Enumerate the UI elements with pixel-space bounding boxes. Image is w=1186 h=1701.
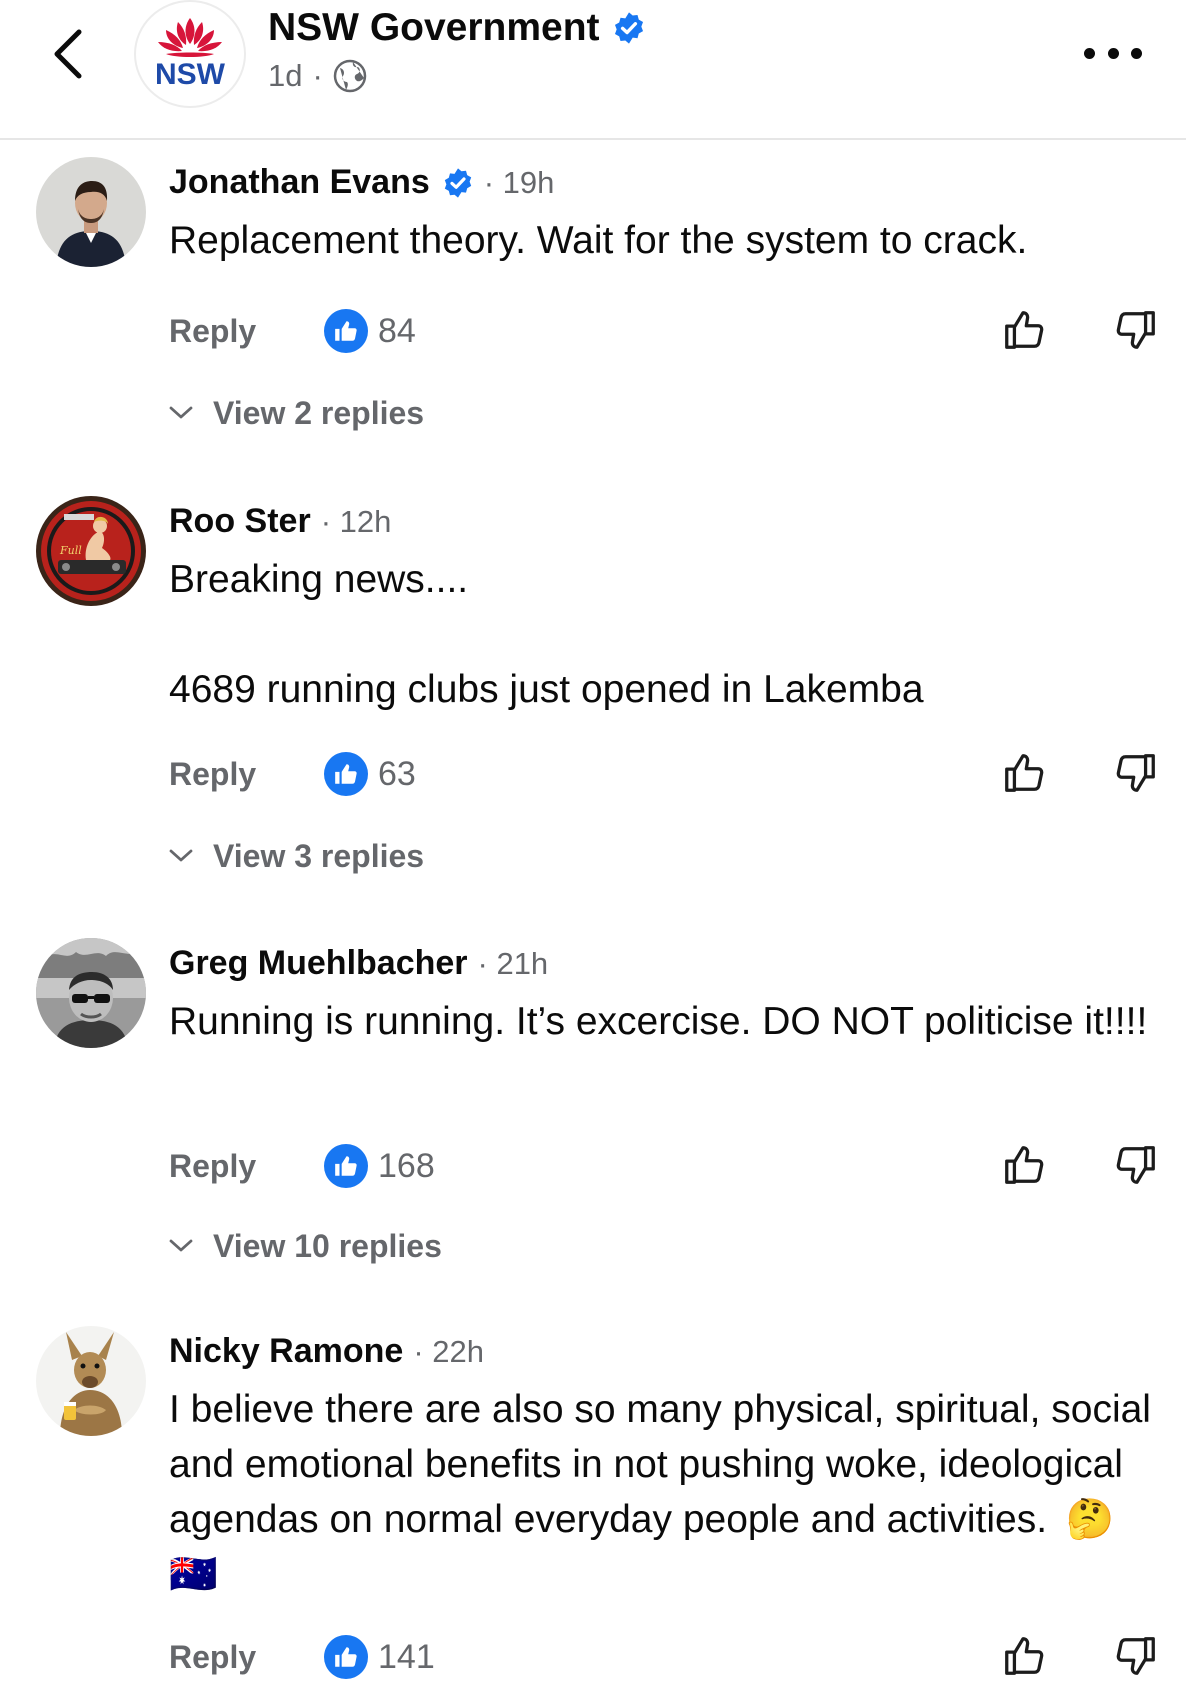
more-dot <box>1131 47 1142 59</box>
reply-button[interactable]: Reply <box>169 1148 324 1185</box>
comment-header: Roo Ster · 12h <box>169 502 391 541</box>
like-count[interactable]: 141 <box>324 1635 435 1679</box>
post-header: NSW NSW Government 1d · <box>0 0 1186 140</box>
like-count-value: 84 <box>378 311 416 350</box>
chevron-down-icon <box>169 849 193 862</box>
comment-text: Running is running. It’s excercise. DO N… <box>169 994 1159 1049</box>
comment-author[interactable]: Nicky Ramone <box>169 1332 403 1371</box>
comment-header: Nicky Ramone · 22h <box>169 1332 484 1371</box>
comment-text: Breaking news.... 4689 running clubs jus… <box>169 552 1159 717</box>
verified-badge-icon <box>444 167 471 198</box>
reply-button[interactable]: Reply <box>169 313 324 350</box>
comment-time: · 12h <box>320 503 392 539</box>
chevron-down-icon <box>169 406 193 419</box>
svg-text:Full: Full <box>59 544 82 557</box>
more-dot <box>1084 47 1095 59</box>
view-replies-button[interactable]: View 3 replies <box>169 834 424 878</box>
nsw-logo-text: NSW <box>155 58 225 91</box>
verified-badge-icon <box>614 12 643 44</box>
comment-header: Greg Muehlbacher · 21h <box>169 944 548 983</box>
page-name[interactable]: NSW Government <box>268 6 646 50</box>
like-count-value: 63 <box>378 754 416 793</box>
like-reaction-icon <box>324 309 368 353</box>
comment-time: · 21h <box>477 945 549 981</box>
comment-paragraph: I believe there are also so many physica… <box>169 1382 1159 1602</box>
reply-button[interactable]: Reply <box>169 756 324 793</box>
comment-paragraph: Running is running. It’s excercise. DO N… <box>169 1000 1148 1043</box>
profile-photo-icon <box>36 1326 146 1436</box>
profile-photo-icon <box>36 938 146 1048</box>
reply-button[interactable]: Reply <box>169 1639 324 1676</box>
comments-screen: NSW NSW Government 1d · Jonathan Evans ·… <box>0 0 1186 1701</box>
profile-photo-icon: Full <box>36 496 146 606</box>
view-replies-label: View 3 replies <box>213 837 425 874</box>
avatar[interactable] <box>36 1326 146 1436</box>
avatar[interactable] <box>36 157 146 267</box>
like-count-value: 141 <box>378 1637 435 1676</box>
upvote-icon[interactable] <box>1001 307 1047 353</box>
comment-actions: Reply 63 <box>169 746 1159 802</box>
back-button[interactable] <box>48 26 88 82</box>
like-reaction-icon <box>324 1635 368 1679</box>
like-count-value: 168 <box>378 1146 435 1185</box>
upvote-icon[interactable] <box>1001 750 1047 796</box>
chevron-down-icon <box>169 1239 193 1252</box>
comment-author[interactable]: Greg Muehlbacher <box>169 944 468 983</box>
post-time: 1d <box>268 58 303 93</box>
upvote-icon[interactable] <box>1001 1633 1047 1679</box>
more-dot <box>1107 47 1119 59</box>
page-avatar[interactable]: NSW <box>134 0 246 108</box>
comment-actions: Reply 168 <box>169 1138 1159 1194</box>
comment-text: I believe there are also so many physica… <box>169 1382 1159 1602</box>
avatar[interactable] <box>36 938 146 1048</box>
view-replies-button[interactable]: View 10 replies <box>169 1224 442 1268</box>
comment-time: · 19h <box>483 164 555 200</box>
view-replies-label: View 10 replies <box>213 1227 442 1264</box>
comment-paragraph: 4689 running clubs just opened in Lakemb… <box>169 668 924 711</box>
downvote-icon[interactable] <box>1113 1142 1159 1188</box>
like-reaction-icon <box>324 752 368 796</box>
comment-paragraph: Replacement theory. Wait for the system … <box>169 219 1028 262</box>
comment-author[interactable]: Roo Ster <box>169 502 311 541</box>
comment-paragraph: Breaking news.... <box>169 558 469 601</box>
post-meta: 1d · <box>268 58 367 94</box>
comment-paragraph-text: I believe there are also so many physica… <box>169 1388 1151 1541</box>
downvote-icon[interactable] <box>1113 307 1159 353</box>
comment-actions: Reply 141 <box>169 1629 1159 1685</box>
comment-header: Jonathan Evans · 19h <box>169 163 554 202</box>
downvote-icon[interactable] <box>1113 1633 1159 1679</box>
comment-time: · 22h <box>413 1333 484 1369</box>
avatar[interactable]: Full <box>36 496 146 606</box>
view-replies-button[interactable]: View 2 replies <box>169 391 424 435</box>
like-reaction-icon <box>324 1144 368 1188</box>
like-count[interactable]: 63 <box>324 752 416 796</box>
waratah-logo-icon <box>158 18 222 57</box>
like-count[interactable]: 84 <box>324 309 416 353</box>
meta-separator: · <box>312 58 323 93</box>
like-count[interactable]: 168 <box>324 1144 435 1188</box>
comment-author[interactable]: Jonathan Evans <box>169 163 430 202</box>
view-replies-label: View 2 replies <box>213 394 425 431</box>
downvote-icon[interactable] <box>1113 750 1159 796</box>
profile-photo-icon <box>36 157 146 267</box>
more-options-button[interactable] <box>1084 38 1142 68</box>
page-name-text: NSW Government <box>268 6 600 49</box>
globe-icon <box>333 59 367 93</box>
chevron-left-icon <box>54 29 82 79</box>
comment-actions: Reply 84 <box>169 303 1159 359</box>
comment-text: Replacement theory. Wait for the system … <box>169 213 1159 268</box>
upvote-icon[interactable] <box>1001 1142 1047 1188</box>
